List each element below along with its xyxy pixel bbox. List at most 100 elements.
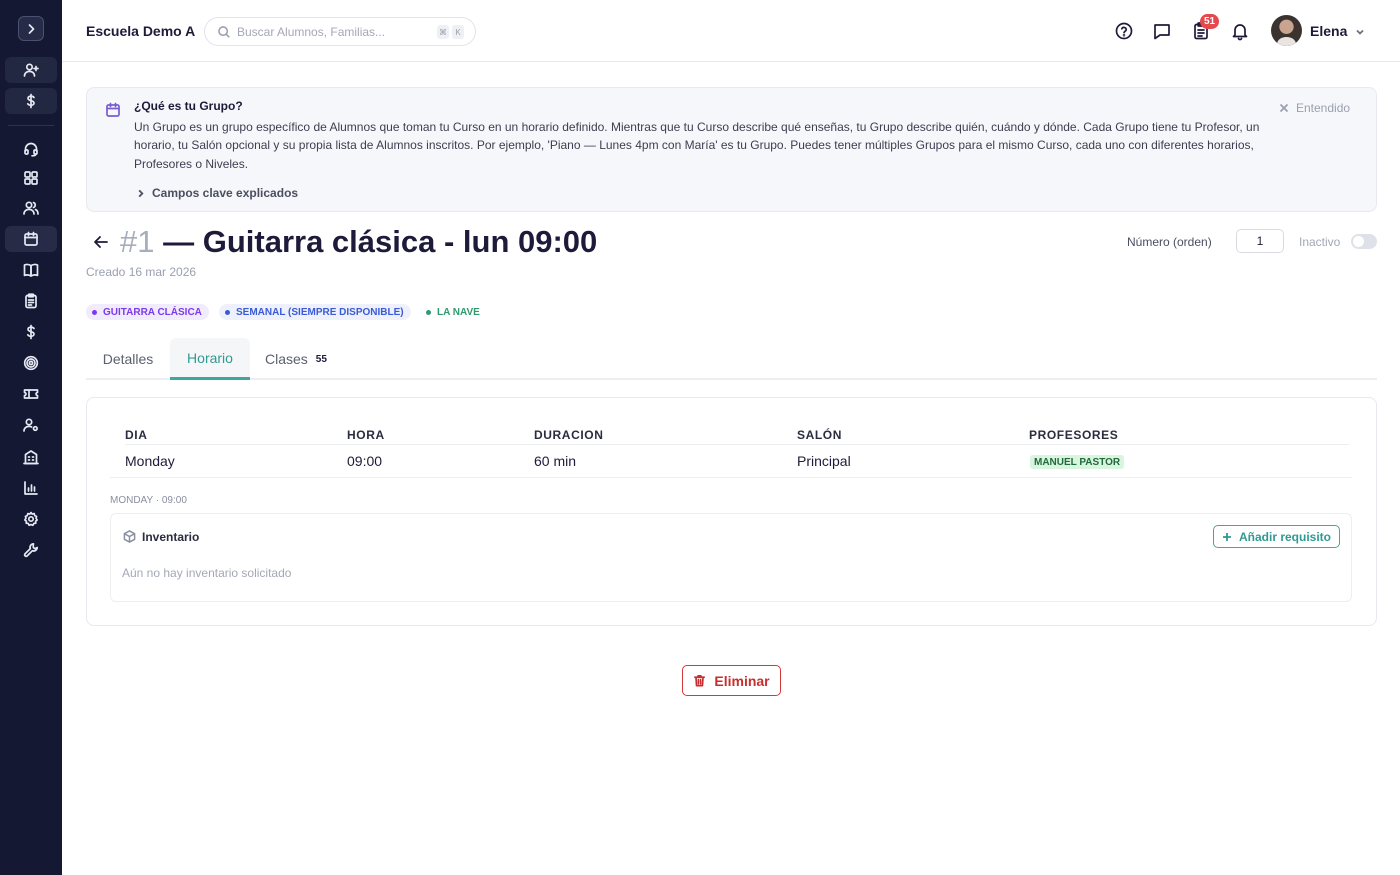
- sidebar-item-staff[interactable]: [5, 412, 57, 438]
- tab-label: Horario: [187, 349, 233, 366]
- user-menu-toggle[interactable]: [1354, 25, 1366, 37]
- dismiss-label: Entendido: [1296, 101, 1351, 115]
- close-icon: [1279, 103, 1289, 113]
- column-header-hora: HORA: [347, 428, 385, 442]
- user-settings-icon: [23, 418, 38, 432]
- tab-label: Clases: [265, 351, 308, 367]
- group-number: #1: [120, 224, 155, 259]
- chevron-down-icon: [1356, 29, 1364, 35]
- chat-icon: [1154, 24, 1170, 40]
- tag-label: LA NAVE: [437, 306, 480, 318]
- dismiss-button[interactable]: Entendido: [1279, 101, 1350, 115]
- search-input[interactable]: [237, 23, 407, 41]
- delete-button[interactable]: Eliminar: [682, 665, 781, 696]
- cell-duracion: 60 min: [534, 453, 577, 469]
- page-title: #1 — Guitarra clásica - lun 09:00: [120, 224, 597, 260]
- info-body: Un Grupo es un grupo específico de Alumn…: [134, 120, 1260, 171]
- top-header: Escuela Demo A ⌘ K 51 Elena: [62, 0, 1400, 62]
- cell-dia: Monday: [125, 453, 175, 469]
- inventory-empty-text: Aún no hay inventario solicitado: [122, 566, 292, 580]
- user-avatar[interactable]: [1271, 15, 1302, 46]
- tab-horario[interactable]: Horario: [170, 338, 250, 380]
- building-icon: [23, 450, 39, 465]
- inventory-panel: [110, 513, 1352, 602]
- teacher-badge: MANUEL PASTOR: [1030, 455, 1125, 469]
- expander-label: Campos clave explicados: [152, 186, 299, 200]
- ticket-icon: [23, 389, 39, 399]
- sidebar-item-billing[interactable]: [5, 319, 57, 345]
- tag-frequency: SEMANAL (SIEMPRE DISPONIBLE): [219, 304, 411, 320]
- headset-icon: [24, 142, 38, 157]
- order-input[interactable]: [1236, 229, 1284, 253]
- info-title: ¿Qué es tu Grupo?: [134, 99, 243, 113]
- tag-label: GUITARRA CLÁSICA: [103, 306, 202, 318]
- tag-label: SEMANAL (SIEMPRE DISPONIBLE): [236, 306, 404, 318]
- tag-course: GUITARRA CLÁSICA: [86, 304, 209, 320]
- add-user-icon: [23, 63, 39, 77]
- sidebar-toggle-button[interactable]: [18, 16, 44, 41]
- shortcut-key-k: K: [452, 25, 464, 39]
- help-icon: [1115, 22, 1133, 40]
- add-requirement-button[interactable]: Añadir requisito: [1213, 525, 1340, 548]
- sidebar-item-groups[interactable]: [5, 226, 57, 252]
- column-header-salon: SALÓN: [797, 428, 842, 442]
- clipboard-icon: [25, 293, 37, 309]
- status-label: Inactivo: [1299, 235, 1341, 249]
- sidebar-divider: [8, 125, 54, 126]
- column-header-dia: DIA: [125, 428, 148, 442]
- user-name[interactable]: Elena: [1310, 23, 1347, 39]
- box-icon: [123, 530, 136, 543]
- sidebar-item-courses[interactable]: [5, 257, 57, 283]
- search-box[interactable]: ⌘ K: [204, 17, 476, 46]
- gear-icon: [23, 511, 39, 527]
- key-fields-expander[interactable]: Campos clave explicados: [136, 186, 298, 200]
- book-icon: [23, 263, 39, 277]
- sidebar: [0, 0, 62, 875]
- tag-dot: [426, 309, 431, 315]
- sidebar-item-support[interactable]: [5, 136, 57, 162]
- order-label: Número (orden): [1127, 235, 1212, 249]
- sidebar-item-reports[interactable]: [5, 475, 57, 501]
- column-header-profesores: PROFESORES: [1029, 428, 1119, 442]
- active-toggle[interactable]: [1351, 234, 1377, 249]
- sidebar-item-tickets[interactable]: [5, 381, 57, 407]
- group-info-banner: ¿Qué es tu Grupo? Un Grupo es un grupo e…: [86, 87, 1377, 212]
- sidebar-item-locations[interactable]: [5, 444, 57, 470]
- tag-dot: [92, 309, 97, 315]
- slot-label: MONDAY · 09:00: [110, 495, 187, 506]
- trash-icon: [694, 675, 706, 687]
- dashboard-icon: [24, 171, 38, 185]
- plus-icon: [1222, 532, 1231, 541]
- notifications-button[interactable]: [1230, 21, 1250, 41]
- sidebar-item-payments[interactable]: [5, 88, 57, 114]
- dollar-icon: [26, 324, 35, 340]
- shortcut-key-cmd: ⌘: [437, 25, 449, 39]
- bell-icon: [1232, 24, 1248, 41]
- back-button[interactable]: [92, 233, 110, 251]
- chevron-right-icon: [138, 189, 144, 197]
- notification-count-badge: 51: [1200, 14, 1220, 29]
- sidebar-item-goals[interactable]: [5, 350, 57, 376]
- search-icon: [218, 26, 230, 38]
- messages-button[interactable]: [1152, 21, 1172, 41]
- add-requirement-label: Añadir requisito: [1238, 529, 1331, 544]
- sidebar-item-dashboard[interactable]: [5, 165, 57, 191]
- sidebar-item-students[interactable]: [5, 195, 57, 221]
- sidebar-item-add-user[interactable]: [5, 57, 57, 83]
- created-date: Creado 16 mar 2026: [86, 265, 197, 279]
- table-row-divider: [110, 477, 1352, 478]
- group-title: — Guitarra clásica - lun 09:00: [163, 224, 598, 259]
- chevron-right-icon: [28, 23, 35, 34]
- sidebar-item-attendance[interactable]: [5, 288, 57, 314]
- arrow-left-icon: [94, 236, 108, 248]
- tag-dot: [225, 309, 230, 315]
- calendar-icon: [24, 231, 38, 246]
- cell-hora: 09:00: [347, 453, 383, 469]
- tab-detalles[interactable]: Detalles: [86, 338, 170, 380]
- sidebar-item-settings[interactable]: [5, 506, 57, 532]
- help-button[interactable]: [1114, 21, 1134, 41]
- inventory-title: Inventario: [142, 530, 200, 544]
- tab-label: Detalles: [102, 351, 154, 367]
- sidebar-item-tools[interactable]: [5, 537, 57, 563]
- tab-clases[interactable]: Clases 55: [265, 338, 327, 380]
